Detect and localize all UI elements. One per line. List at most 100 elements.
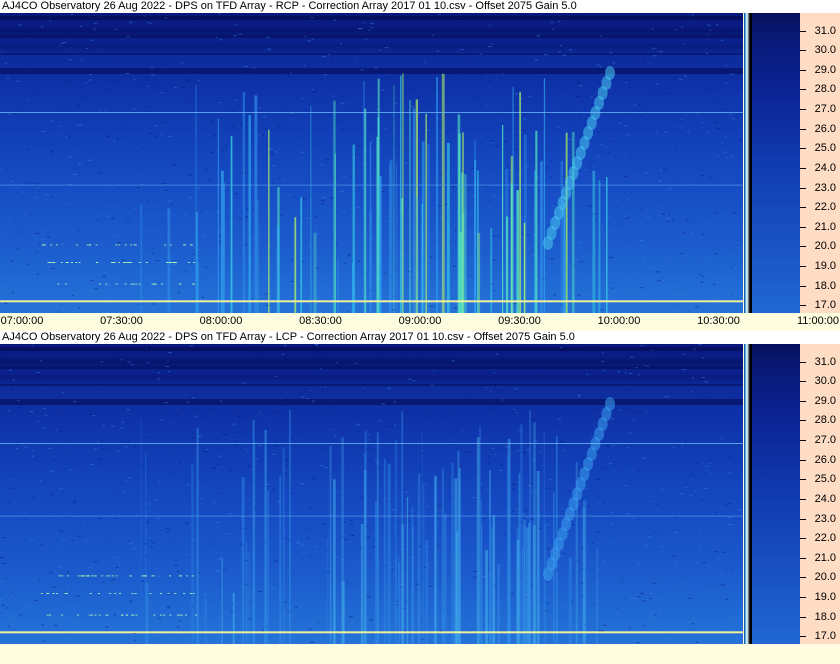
- noise-pixel: [643, 257, 646, 258]
- burst-streak: [333, 479, 336, 644]
- noise-pixel: [663, 372, 667, 373]
- noise-pixel: [488, 407, 493, 409]
- noise-pixel: [355, 418, 358, 420]
- noise-pixel: [110, 204, 114, 206]
- noise-pixel: [27, 263, 30, 265]
- noise-pixel: [709, 177, 713, 179]
- noise-pixel: [715, 512, 717, 514]
- noise-pixel: [738, 377, 740, 379]
- noise-pixel: [625, 218, 628, 220]
- noise-pixel: [257, 591, 262, 592]
- noise-pixel: [43, 625, 48, 627]
- noise-pixel: [494, 282, 497, 284]
- noise-pixel: [355, 561, 359, 563]
- noise-pixel: [370, 22, 374, 24]
- noise-pixel: [333, 19, 336, 21]
- noise-pixel: [2, 266, 5, 268]
- noise-pixel: [136, 187, 140, 189]
- noise-pixel: [217, 455, 221, 457]
- noise-pixel: [225, 146, 227, 148]
- noise-pixel: [158, 428, 161, 430]
- noise-pixel: [615, 40, 618, 42]
- noise-pixel: [74, 623, 77, 625]
- noise-pixel: [699, 529, 702, 531]
- noise-pixel: [680, 26, 684, 28]
- noise-pixel: [77, 535, 82, 537]
- noise-pixel: [693, 491, 696, 492]
- noise-pixel: [151, 68, 153, 70]
- noise-pixel: [407, 136, 409, 138]
- noise-pixel: [16, 231, 19, 233]
- interference-dot: [56, 593, 59, 594]
- interference-dot: [99, 283, 101, 285]
- noise-pixel: [380, 89, 385, 91]
- noise-pixel: [725, 136, 727, 138]
- freq-tick-label: 30.0: [814, 44, 836, 57]
- burst-streak: [489, 470, 491, 644]
- noise-pixel: [71, 295, 74, 297]
- noise-pixel: [310, 556, 312, 558]
- noise-pixel: [1, 52, 3, 54]
- noise-pixel: [679, 586, 683, 588]
- freq-tick-label: 31.0: [814, 24, 836, 37]
- noise-pixel: [500, 368, 504, 370]
- noise-pixel: [657, 280, 661, 282]
- noise-pixel: [506, 26, 511, 28]
- noise-pixel: [274, 107, 276, 109]
- noise-pixel: [685, 255, 688, 257]
- noise-pixel: [699, 273, 701, 275]
- noise-pixel: [565, 95, 568, 97]
- noise-pixel: [41, 640, 46, 642]
- noise-pixel: [66, 80, 70, 82]
- noise-pixel: [216, 569, 219, 571]
- interference-dot: [169, 575, 171, 577]
- noise-pixel: [87, 400, 90, 402]
- noise-pixel: [660, 545, 664, 547]
- noise-pixel: [536, 35, 541, 37]
- noise-pixel: [516, 412, 518, 414]
- noise-pixel: [524, 41, 527, 43]
- noise-pixel: [205, 212, 210, 214]
- noise-pixel: [692, 479, 695, 481]
- noise-pixel: [284, 72, 288, 74]
- noise-pixel: [652, 616, 656, 618]
- noise-pixel: [449, 414, 451, 416]
- noise-pixel: [434, 429, 437, 431]
- freq-tick-label: 28.0: [814, 414, 836, 427]
- burst-streak: [411, 507, 414, 644]
- noise-pixel: [378, 49, 381, 51]
- noise-pixel: [274, 151, 279, 153]
- noise-pixel: [488, 86, 491, 88]
- noise-pixel: [15, 448, 19, 449]
- interference-dot: [94, 575, 97, 577]
- noise-pixel: [358, 28, 363, 30]
- noise-pixel: [413, 512, 416, 514]
- interference-dot: [61, 614, 64, 616]
- noise-pixel: [152, 252, 155, 254]
- burst-streak: [568, 557, 572, 644]
- freq-tick-label: 26.0: [814, 453, 836, 466]
- time-tick-label: 10:00:00: [597, 315, 641, 327]
- noise-pixel: [182, 209, 184, 211]
- noise-pixel: [640, 345, 644, 347]
- noise-pixel: [465, 471, 468, 473]
- interference-dot: [184, 244, 186, 246]
- noise-pixel: [20, 382, 23, 384]
- freq-tick: [800, 538, 806, 540]
- noise-pixel: [684, 487, 687, 488]
- noise-pixel: [625, 389, 630, 391]
- panel-title: AJ4CO Observatory 26 Aug 2022 - DPS on T…: [0, 331, 840, 344]
- noise-pixel: [672, 357, 676, 358]
- noise-pixel: [88, 79, 92, 81]
- noise-pixel: [126, 441, 130, 443]
- noise-pixel: [391, 513, 394, 515]
- noise-pixel: [106, 359, 109, 361]
- burst-streak: [268, 129, 270, 313]
- noise-pixel: [40, 544, 44, 546]
- noise-pixel: [233, 35, 237, 37]
- noise-pixel: [306, 537, 309, 539]
- burst-streak: [223, 183, 225, 313]
- burst-streak: [523, 222, 526, 313]
- noise-pixel: [632, 58, 636, 60]
- noise-pixel: [246, 451, 249, 452]
